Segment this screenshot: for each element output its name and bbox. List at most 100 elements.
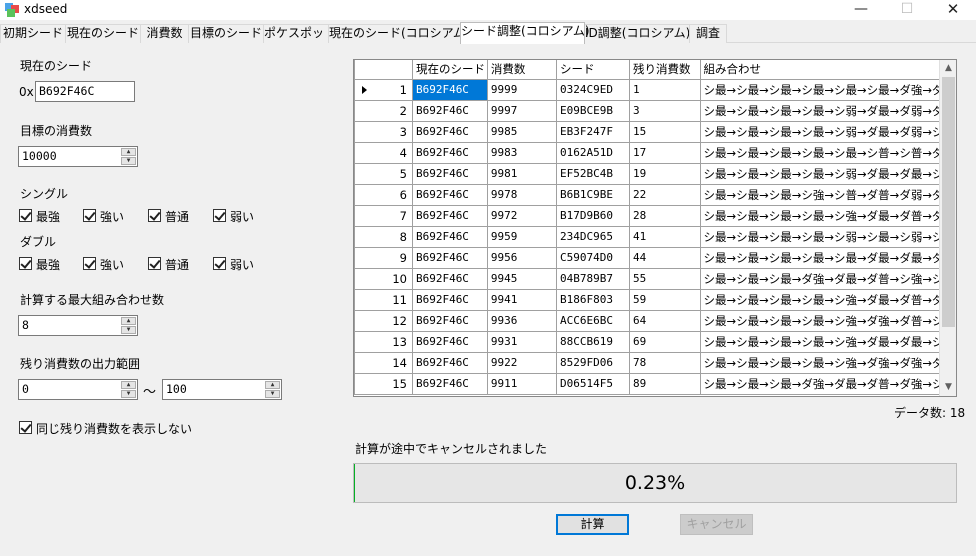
calculate-button[interactable]: 計算 [556, 514, 629, 535]
cell-remaining[interactable]: 78 [629, 351, 701, 374]
cell-remaining[interactable]: 15 [629, 120, 701, 143]
hide-duplicates-checkbox[interactable]: 同じ残り消費数を表示しない [19, 420, 192, 436]
scroll-thumb[interactable] [942, 77, 955, 327]
target-consumption-stepper[interactable]: 10000 ▲ ▼ [18, 146, 138, 167]
cell-combination[interactable]: シ最→シ最→シ最→シ最→シ弱→ダ最→ダ弱→シ強 [699, 120, 956, 143]
spin-up-icon[interactable]: ▲ [121, 148, 136, 156]
cell-remaining[interactable]: 64 [629, 309, 701, 332]
cell-combination[interactable]: シ最→シ最→シ最→シ最→シ強→ダ最→ダ最→シ強 [699, 330, 956, 353]
max-combos-spin[interactable]: ▲ ▼ [121, 317, 136, 334]
cell-remaining[interactable]: 69 [629, 330, 701, 353]
cell-remaining[interactable]: 44 [629, 246, 701, 269]
cell-current-seed[interactable]: B692F46C [411, 99, 488, 122]
row-header[interactable]: 11 [354, 288, 413, 311]
cell-consumption[interactable]: 9983 [486, 141, 558, 164]
double-strong-checkbox[interactable]: 強い [83, 256, 131, 272]
cell-combination[interactable]: シ最→シ最→シ最→シ最→シ弱→ダ最→ダ最→シ強 [699, 162, 956, 185]
cell-combination[interactable]: シ最→シ最→シ最→シ最→シ最→ダ最→ダ最→ダ弱 [699, 246, 956, 269]
cell-combination[interactable]: シ最→シ最→シ最→シ最→シ強→ダ強→ダ普→シ弱 [699, 309, 956, 332]
tab-target-seed[interactable]: 目標のシード [188, 24, 264, 43]
table-row[interactable]: 7 B692F46C 9972 B17D9B60 28 シ最→シ最→シ最→シ最→シ強→ダ最… [354, 204, 956, 227]
cell-consumption[interactable]: 9936 [486, 309, 558, 332]
cell-current-seed[interactable]: B692F46C [411, 204, 488, 227]
tab-investigate[interactable]: 調査 [689, 24, 727, 43]
tab-id-adjust-colosseum[interactable]: ID調整(コロシアム) [584, 24, 690, 43]
row-header[interactable]: 4 [354, 141, 413, 164]
range-min-spin[interactable]: ▲ ▼ [121, 381, 136, 398]
single-normal-checkbox[interactable]: 普通 [148, 208, 196, 224]
cell-consumption[interactable]: 9999 [486, 78, 558, 101]
cell-current-seed[interactable]: B692F46C [411, 141, 488, 164]
row-header[interactable]: 3 [354, 120, 413, 143]
row-header[interactable]: 14 [354, 351, 413, 374]
cell-consumption[interactable]: 9922 [486, 351, 558, 374]
cell-consumption[interactable]: 9959 [486, 225, 558, 248]
cell-seed[interactable]: 8529FD06 [555, 351, 631, 374]
spin-down-icon[interactable]: ▼ [121, 157, 136, 165]
cell-current-seed[interactable]: B692F46C [411, 183, 488, 206]
cell-seed[interactable]: EF52BC4B [555, 162, 631, 185]
scroll-down-icon[interactable]: ▼ [940, 379, 956, 396]
results-grid[interactable]: 現在のシード 消費数 シード 残り消費数 組み合わせ 1 B692F46C 9999… [353, 59, 957, 397]
cell-current-seed[interactable]: B692F46C [411, 120, 488, 143]
cell-seed[interactable]: 04B789B7 [555, 267, 631, 290]
tab-consumption[interactable]: 消費数 [140, 24, 189, 43]
cell-combination[interactable]: シ最→シ最→シ最→ダ強→ダ最→ダ普→ダ強→シ弱 [699, 372, 956, 395]
single-strong-checkbox[interactable]: 強い [83, 208, 131, 224]
row-header[interactable]: 13 [354, 330, 413, 353]
cell-current-seed[interactable]: B692F46C [411, 225, 488, 248]
cell-remaining[interactable]: 89 [629, 372, 701, 395]
double-strongest-checkbox[interactable]: 最強 [19, 256, 67, 272]
row-header[interactable]: 12 [354, 309, 413, 332]
column-header[interactable]: 組み合わせ [699, 60, 956, 80]
table-row[interactable]: 11 B692F46C 9941 B186F803 59 シ最→シ最→シ最→シ最→シ強→ダ… [354, 288, 956, 311]
row-header[interactable]: 10 [354, 267, 413, 290]
target-consumption-spin[interactable]: ▲ ▼ [121, 148, 136, 165]
cell-consumption[interactable]: 9956 [486, 246, 558, 269]
max-combos-stepper[interactable]: 8 ▲ ▼ [18, 315, 138, 336]
close-button[interactable]: ✕ [930, 0, 976, 20]
table-row[interactable]: 3 B692F46C 9985 EB3F247F 15 シ最→シ最→シ最→シ最→シ弱→ダ最… [354, 120, 956, 143]
cell-current-seed[interactable]: B692F46C [411, 351, 488, 374]
cell-combination[interactable]: シ最→シ最→シ最→シ最→シ弱→ダ最→ダ弱→ダ最 [699, 99, 956, 122]
cell-current-seed[interactable]: B692F46C [411, 267, 488, 290]
cell-seed[interactable]: EB3F247F [555, 120, 631, 143]
cell-combination[interactable]: シ最→シ最→シ最→シ最→シ強→ダ最→ダ普→ダ弱 [699, 204, 956, 227]
column-header[interactable]: 現在のシード [411, 60, 488, 80]
cell-combination[interactable]: シ最→シ最→シ最→シ強→シ普→ダ普→ダ弱→ダ最 [699, 183, 956, 206]
row-header[interactable]: 9 [354, 246, 413, 269]
cell-current-seed[interactable]: B692F46C [411, 288, 488, 311]
cell-seed[interactable]: B6B1C9BE [555, 183, 631, 206]
column-header[interactable]: シード [555, 60, 631, 80]
table-row[interactable]: 1 B692F46C 9999 0324C9ED 1 シ最→シ最→シ最→シ最→シ最→シ最→… [354, 78, 956, 101]
cancel-button[interactable]: キャンセル [680, 514, 753, 535]
spin-up-icon[interactable]: ▲ [265, 381, 280, 389]
cell-current-seed[interactable]: B692F46C [411, 78, 488, 101]
range-max-stepper[interactable]: 100 ▲ ▼ [162, 379, 282, 400]
cell-seed[interactable]: 0324C9ED [555, 78, 631, 101]
cell-seed[interactable]: 234DC965 [555, 225, 631, 248]
spin-down-icon[interactable]: ▼ [121, 326, 136, 334]
spin-down-icon[interactable]: ▼ [265, 390, 280, 398]
single-strongest-checkbox[interactable]: 最強 [19, 208, 67, 224]
table-row[interactable]: 12 B692F46C 9936 ACC6E6BC 64 シ最→シ最→シ最→シ最→シ強→ダ… [354, 309, 956, 332]
cell-remaining[interactable]: 1 [629, 78, 701, 101]
cell-consumption[interactable]: 9972 [486, 204, 558, 227]
cell-current-seed[interactable]: B692F46C [411, 162, 488, 185]
tab-seed-adjust-colosseum[interactable]: シード調整(コロシアム) [460, 22, 590, 44]
table-row[interactable]: 15 B692F46C 9911 D06514F5 89 シ最→シ最→シ最→ダ強→ダ最→ダ… [354, 372, 956, 395]
cell-remaining[interactable]: 59 [629, 288, 701, 311]
table-row[interactable]: 6 B692F46C 9978 B6B1C9BE 22 シ最→シ最→シ最→シ強→シ普→ダ普… [354, 183, 956, 206]
current-seed-input[interactable]: B692F46C [35, 81, 135, 102]
tab-current-seed[interactable]: 現在のシード [65, 24, 141, 43]
table-row[interactable]: 14 B692F46C 9922 8529FD06 78 シ最→シ最→シ最→シ最→シ強→ダ… [354, 351, 956, 374]
cell-seed[interactable]: B17D9B60 [555, 204, 631, 227]
table-row[interactable]: 4 B692F46C 9983 0162A51D 17 シ最→シ最→シ最→シ最→シ最→シ普… [354, 141, 956, 164]
minimize-button[interactable]: — [838, 0, 884, 20]
row-header[interactable]: 5 [354, 162, 413, 185]
cell-consumption[interactable]: 9931 [486, 330, 558, 353]
row-header[interactable]: 8 [354, 225, 413, 248]
cell-remaining[interactable]: 17 [629, 141, 701, 164]
spin-up-icon[interactable]: ▲ [121, 317, 136, 325]
cell-remaining[interactable]: 3 [629, 99, 701, 122]
